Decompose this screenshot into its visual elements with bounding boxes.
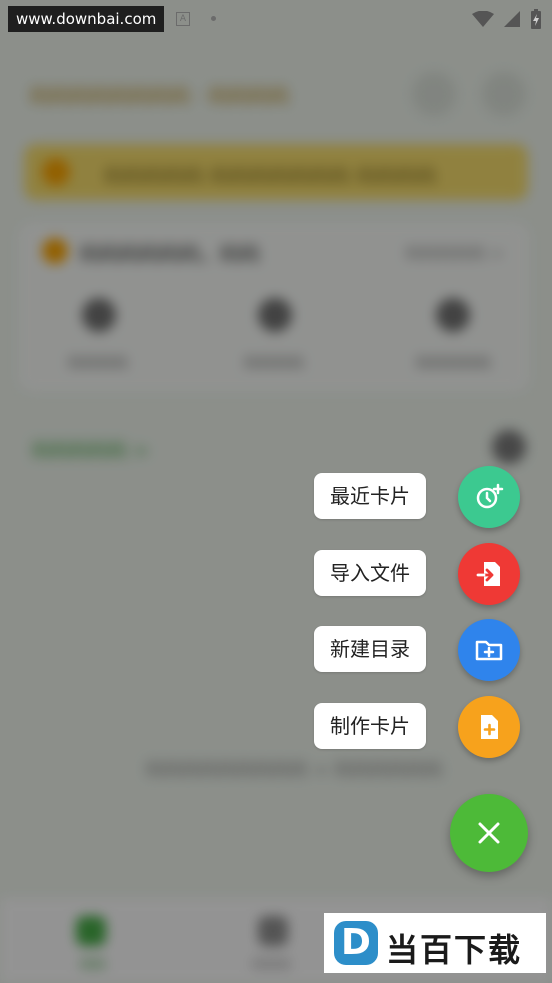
watermark-logo-letter: D [334,921,378,965]
make-card-button[interactable] [458,696,520,758]
watermark-logo: D 当百下载 [324,913,546,973]
wifi-icon [472,11,494,27]
new-folder-icon [475,640,503,661]
app-screen: 码码码码码码码码 · 码码码码 码码码码码 码码码码码码码 码码码码 码码码码码… [0,0,552,983]
make-card-icon [481,715,498,739]
fab-item-import-file[interactable]: 导入文件 [0,543,552,605]
import-file-icon [476,562,500,586]
new-folder-label[interactable]: 新建目录 [314,626,426,672]
fab-close-button[interactable] [450,794,528,872]
close-icon [478,822,500,844]
watermark-text: www.downbai.com [8,6,165,32]
make-card-label[interactable]: 制作卡片 [314,703,426,749]
notification-a-icon: A [176,12,190,26]
recent-card-button[interactable] [458,466,520,528]
new-folder-button[interactable] [458,619,520,681]
notification-dot-icon [211,16,216,21]
recent-card-icon [476,483,504,509]
status-bar: www.downbai.com A [0,0,552,36]
status-icons [472,9,542,29]
battery-charging-icon [531,9,541,29]
fab-item-recent-card[interactable]: 最近卡片 [0,466,552,528]
fab-item-new-folder[interactable]: 新建目录 [0,619,552,681]
signal-icon [504,11,520,27]
watermark-logo-text: 当百下载 [386,931,523,969]
import-file-button[interactable] [458,543,520,605]
fab-item-make-card[interactable]: 制作卡片 [0,696,552,758]
import-file-label[interactable]: 导入文件 [314,550,426,596]
recent-card-label[interactable]: 最近卡片 [314,473,426,519]
